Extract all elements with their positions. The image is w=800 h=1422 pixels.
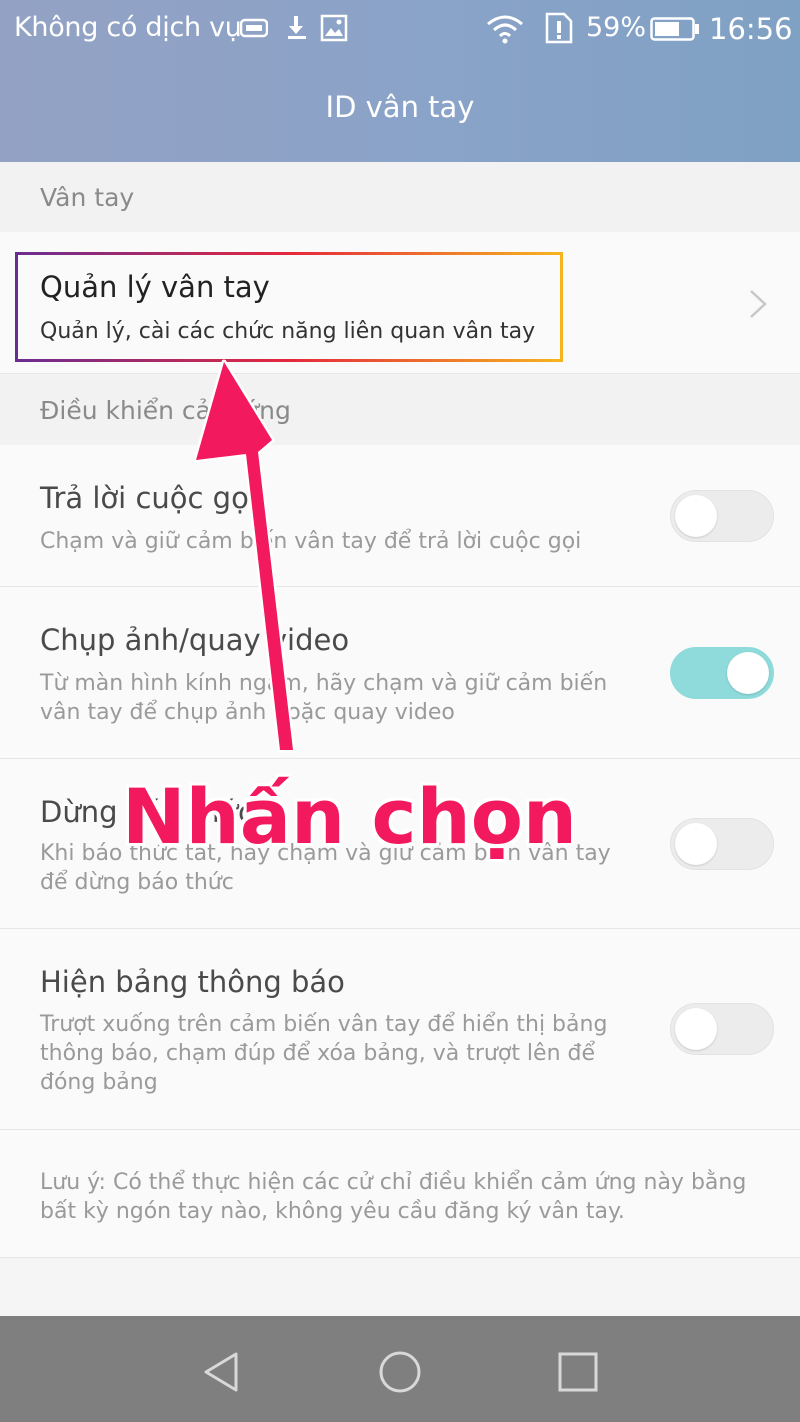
manage-fingerprint-row[interactable]: Quản lý vân tay Quản lý, cài các chức nă… bbox=[0, 232, 800, 374]
recent-apps-icon[interactable] bbox=[550, 1344, 606, 1400]
annotation-label: Nhấn chọn bbox=[122, 772, 578, 861]
navigation-bar bbox=[0, 1316, 800, 1422]
page-title: ID vân tay bbox=[325, 90, 475, 124]
chevron-right-icon bbox=[750, 290, 767, 318]
toggle-knob bbox=[675, 823, 717, 865]
manage-fingerprint-title: Quản lý vân tay bbox=[40, 270, 270, 304]
setting-title: Trả lời cuộc gọi bbox=[40, 481, 257, 515]
note-section: Lưu ý: Có thể thực hiện các cử chỉ điều … bbox=[0, 1130, 800, 1258]
clock: 16:56 bbox=[709, 12, 793, 46]
note-text: Lưu ý: Có thể thực hiện các cử chỉ điều … bbox=[40, 1170, 747, 1224]
status-bar: Không có dịch vụ 59% 16:56 bbox=[0, 0, 800, 60]
app-header: Không có dịch vụ 59% 16:56 ID vân tay bbox=[0, 0, 800, 162]
setting-row-answer-call[interactable]: Trả lời cuộc gọi Chạm và giữ cảm biến vâ… bbox=[0, 445, 800, 587]
home-icon[interactable] bbox=[372, 1344, 428, 1400]
setting-subtitle: Từ màn hình kính ngắm, hãy chạm và giữ c… bbox=[40, 671, 608, 725]
download-icon bbox=[288, 16, 306, 39]
toggle-answer-call[interactable] bbox=[670, 490, 774, 542]
wifi-icon bbox=[487, 15, 523, 44]
setting-title: Hiện bảng thông báo bbox=[40, 965, 345, 999]
toggle-stop-alarm[interactable] bbox=[670, 818, 774, 870]
setting-row-take-photo[interactable]: Chụp ảnh/quay video Từ màn hình kính ngắ… bbox=[0, 587, 800, 759]
toggle-knob bbox=[675, 1008, 717, 1050]
toggle-notification-panel[interactable] bbox=[670, 1003, 774, 1055]
setting-row-notification-panel[interactable]: Hiện bảng thông báo Trượt xuống trên cảm… bbox=[0, 929, 800, 1130]
setting-subtitle: Chạm và giữ cảm biến vân tay để trả lời … bbox=[40, 529, 582, 554]
toggle-take-photo[interactable] bbox=[670, 647, 774, 699]
battery-icon bbox=[650, 17, 699, 41]
image-icon bbox=[320, 14, 348, 42]
toggle-knob bbox=[727, 652, 769, 694]
sim-icon bbox=[240, 18, 268, 38]
carrier-label: Không có dịch vụ bbox=[14, 12, 242, 43]
toggle-knob bbox=[675, 495, 717, 537]
section-header-fingerprint: Vân tay bbox=[0, 162, 800, 232]
setting-subtitle: Trượt xuống trên cảm biến vân tay để hiể… bbox=[40, 1012, 608, 1095]
section-header-touch-control: Điều khiển cảm ứng bbox=[0, 375, 800, 445]
setting-title: Chụp ảnh/quay video bbox=[40, 623, 350, 657]
manage-fingerprint-subtitle: Quản lý, cài các chức năng liên quan vân… bbox=[40, 319, 536, 344]
sim-alert-icon bbox=[545, 12, 573, 44]
back-icon[interactable] bbox=[194, 1344, 250, 1400]
battery-percent: 59% bbox=[586, 12, 647, 43]
